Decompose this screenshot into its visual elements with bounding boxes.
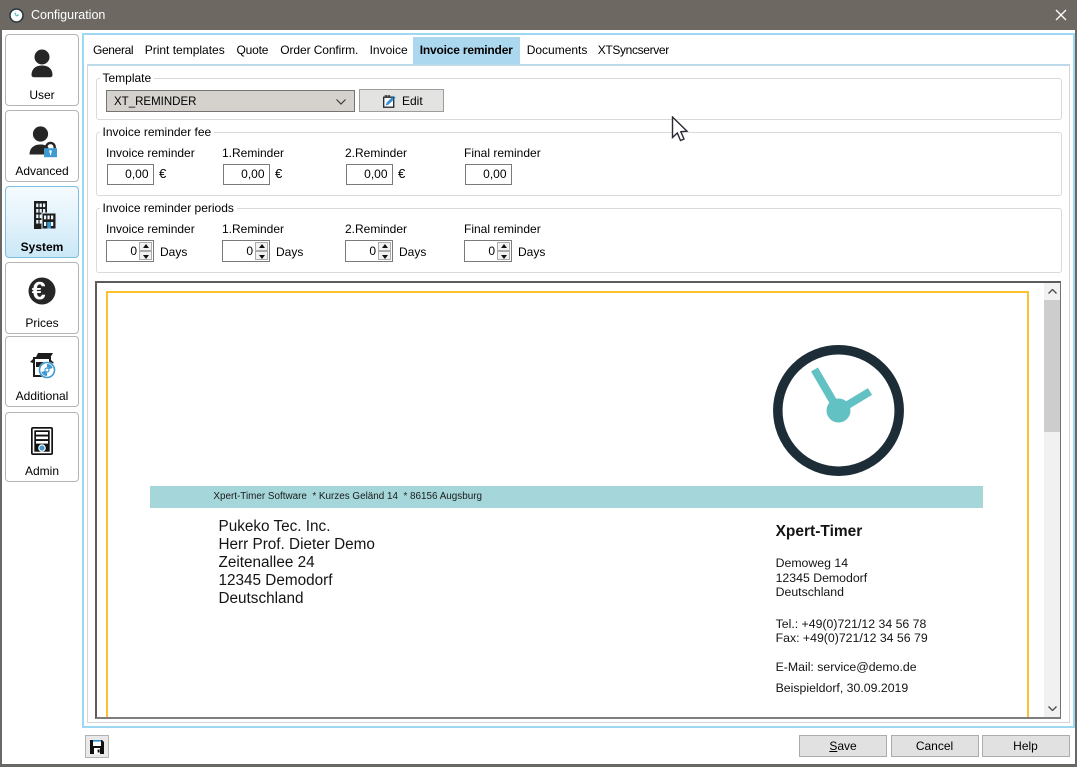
- svg-text:€: €: [32, 277, 46, 305]
